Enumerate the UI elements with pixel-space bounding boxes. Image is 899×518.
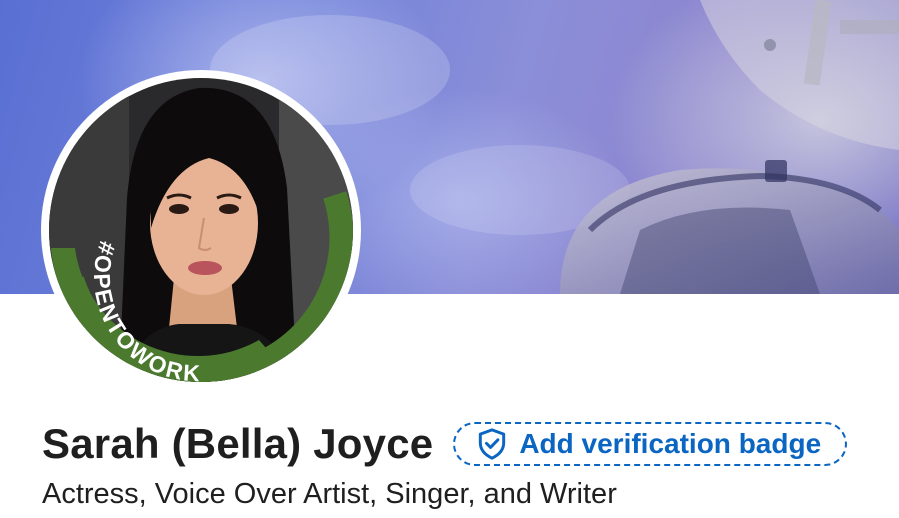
profile-photo-image: #OPENTOWORK: [49, 78, 353, 382]
name-row: Sarah (Bella) Joyce Add verification bad…: [42, 418, 848, 470]
shield-check-icon: [477, 428, 507, 460]
add-verification-badge-button[interactable]: Add verification badge: [453, 422, 848, 466]
profile-headline: Actress, Voice Over Artist, Singer, and …: [42, 478, 617, 510]
profile-photo[interactable]: #OPENTOWORK: [49, 78, 353, 382]
profile-name: Sarah (Bella) Joyce: [42, 420, 434, 467]
add-verification-badge-label: Add verification badge: [519, 428, 822, 459]
